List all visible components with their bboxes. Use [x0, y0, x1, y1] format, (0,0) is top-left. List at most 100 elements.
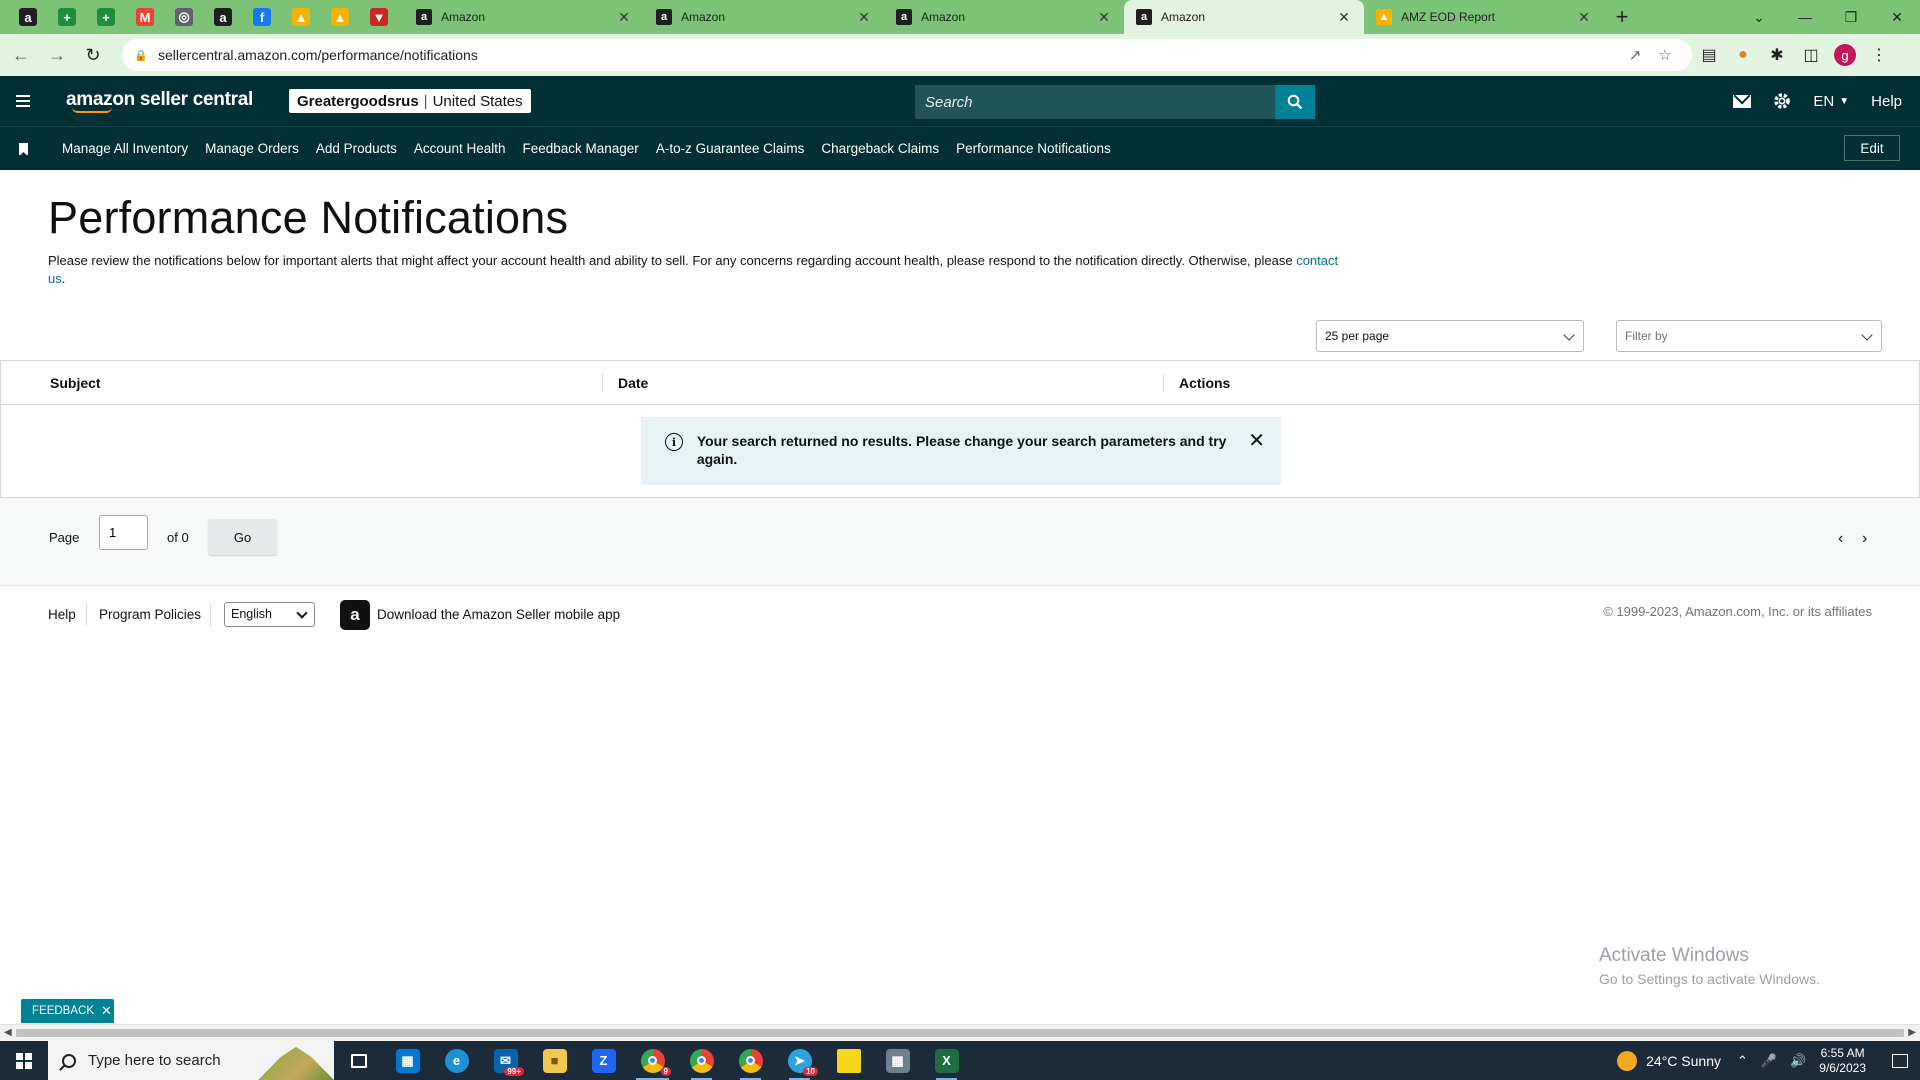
- url-field[interactable]: 🔒 sellercentral.amazon.com/performance/n…: [122, 39, 1692, 71]
- pinned-tab[interactable]: M: [131, 0, 159, 34]
- close-tab-icon[interactable]: ✕: [1576, 9, 1592, 26]
- footer-help-link[interactable]: Help: [48, 607, 76, 622]
- pinned-tab[interactable]: ▲: [287, 0, 315, 34]
- browser-tab[interactable]: ▲ AMZ EOD Report ✕: [1364, 0, 1604, 34]
- close-tab-icon[interactable]: ✕: [1096, 9, 1112, 26]
- go-button[interactable]: Go: [208, 519, 277, 555]
- search-button[interactable]: [1275, 85, 1315, 119]
- green-plus-icon: +: [97, 8, 115, 26]
- weather-widget[interactable]: 24°C Sunny: [1617, 1050, 1721, 1071]
- notification-center-icon[interactable]: [1880, 1041, 1920, 1080]
- chrome-profile-icon[interactable]: [726, 1041, 775, 1080]
- file-explorer-icon[interactable]: ■: [530, 1041, 579, 1080]
- next-page-icon[interactable]: ›: [1862, 530, 1867, 548]
- extension-off-icon[interactable]: ▤: [1692, 45, 1726, 65]
- taskbar-search[interactable]: Type here to search: [48, 1041, 334, 1080]
- pinned-tab[interactable]: ◎: [170, 0, 198, 34]
- footer-language-select[interactable]: English: [224, 602, 315, 627]
- back-button[interactable]: ←: [6, 40, 36, 70]
- nav-link-manage-all-inventory[interactable]: Manage All Inventory: [62, 141, 188, 156]
- horizontal-scrollbar[interactable]: ◀ ▶: [0, 1024, 1920, 1041]
- microphone-icon[interactable]: 🎤: [1761, 1053, 1777, 1069]
- page-number-input[interactable]: [99, 515, 148, 550]
- nav-link-performance-notifications[interactable]: Performance Notifications: [956, 141, 1111, 156]
- scroll-left-icon[interactable]: ◀: [4, 1027, 12, 1038]
- chrome-icon[interactable]: 9: [628, 1041, 677, 1080]
- chrome-profile-icon[interactable]: [677, 1041, 726, 1080]
- nav-link-chargeback-claims[interactable]: Chargeback Claims: [821, 141, 939, 156]
- taskbar-clock[interactable]: 6:55 AM 9/6/2023: [1819, 1046, 1866, 1076]
- side-panel-icon[interactable]: ◫: [1794, 45, 1828, 65]
- chrome-menu-icon[interactable]: ⋮: [1862, 45, 1896, 65]
- browser-tab[interactable]: a Amazon ✕: [644, 0, 884, 34]
- seller-app-icon[interactable]: a: [340, 600, 370, 630]
- start-button[interactable]: [0, 1041, 48, 1080]
- excel-icon[interactable]: X: [922, 1041, 971, 1080]
- mail-icon[interactable]: ✉ 99+: [481, 1041, 530, 1080]
- search-input[interactable]: [915, 85, 1275, 119]
- task-view-icon[interactable]: [334, 1041, 383, 1080]
- per-page-select[interactable]: 25 per page: [1316, 320, 1584, 352]
- nav-link-add-products[interactable]: Add Products: [316, 141, 397, 156]
- edge-icon[interactable]: e: [432, 1041, 481, 1080]
- browser-tab[interactable]: a Amazon ✕: [1124, 0, 1364, 34]
- telegram-icon[interactable]: ➤ 10: [775, 1041, 824, 1080]
- nav-link-manage-orders[interactable]: Manage Orders: [205, 141, 299, 156]
- nav-link-account-health[interactable]: Account Health: [414, 141, 506, 156]
- hamburger-menu-icon[interactable]: [0, 76, 46, 126]
- clock-date: 9/6/2023: [1819, 1060, 1866, 1075]
- volume-icon[interactable]: 🔊: [1790, 1053, 1806, 1069]
- filter-by-select[interactable]: Filter by: [1616, 320, 1882, 352]
- close-tab-icon[interactable]: ✕: [856, 9, 872, 26]
- minimize-button[interactable]: —: [1782, 0, 1828, 34]
- store-icon[interactable]: ▦: [383, 1041, 432, 1080]
- close-tab-icon[interactable]: ✕: [1336, 9, 1352, 26]
- bookmark-star-icon[interactable]: ☆: [1650, 46, 1680, 64]
- download-app-link[interactable]: Download the Amazon Seller mobile app: [377, 607, 620, 622]
- close-tab-icon[interactable]: ✕: [616, 9, 632, 26]
- pinned-tab[interactable]: +: [53, 0, 81, 34]
- calculator-icon[interactable]: ▦: [873, 1041, 922, 1080]
- chevron-up-icon[interactable]: ⌃: [1737, 1053, 1748, 1069]
- column-date[interactable]: Date: [618, 375, 648, 391]
- pinned-tab[interactable]: ▲: [326, 0, 354, 34]
- program-policies-link[interactable]: Program Policies: [99, 607, 201, 622]
- maximize-button[interactable]: ❐: [1828, 0, 1874, 34]
- seller-central-logo[interactable]: amazon seller central: [66, 90, 253, 113]
- forward-button[interactable]: →: [42, 40, 72, 70]
- extensions-puzzle-icon[interactable]: ✱: [1760, 45, 1794, 65]
- close-icon[interactable]: ✕: [101, 1003, 112, 1019]
- previous-page-icon[interactable]: ‹: [1838, 530, 1843, 548]
- settings-button[interactable]: [1773, 92, 1791, 110]
- extension-color-icon[interactable]: ●: [1726, 46, 1760, 64]
- nav-link-feedback-manager[interactable]: Feedback Manager: [522, 141, 638, 156]
- nav-link-a-to-z-guarantee-claims[interactable]: A-to-z Guarantee Claims: [656, 141, 805, 156]
- pinned-tab[interactable]: a: [14, 0, 42, 34]
- feedback-button[interactable]: FEEDBACK ✕: [21, 999, 114, 1023]
- pinned-tab[interactable]: +: [92, 0, 120, 34]
- close-icon[interactable]: ✕: [1248, 431, 1265, 451]
- zoom-icon[interactable]: Z: [579, 1041, 628, 1080]
- sticky-notes-icon[interactable]: [824, 1041, 873, 1080]
- column-divider: [602, 374, 603, 392]
- share-icon[interactable]: ↗: [1620, 46, 1650, 64]
- bookmark-icon[interactable]: [19, 142, 28, 155]
- reload-button[interactable]: ↻: [78, 40, 108, 70]
- browser-tab[interactable]: a Amazon ✕: [404, 0, 644, 34]
- scrollbar-thumb[interactable]: [16, 1029, 1904, 1037]
- help-link[interactable]: Help: [1871, 93, 1902, 110]
- tab-search-icon[interactable]: ⌄: [1736, 0, 1782, 34]
- scroll-right-icon[interactable]: ▶: [1908, 1027, 1916, 1038]
- messages-button[interactable]: [1733, 94, 1752, 108]
- browser-tab[interactable]: a Amazon ✕: [884, 0, 1124, 34]
- pinned-tab[interactable]: ▼: [365, 0, 393, 34]
- language-dropdown[interactable]: EN ▼: [1813, 93, 1849, 110]
- close-window-button[interactable]: ✕: [1874, 0, 1920, 34]
- new-tab-button[interactable]: +: [1604, 0, 1640, 34]
- pinned-tab[interactable]: f: [248, 0, 276, 34]
- edit-nav-button[interactable]: Edit: [1844, 135, 1900, 161]
- profile-avatar[interactable]: g: [1828, 44, 1862, 66]
- pinned-tab[interactable]: a: [209, 0, 237, 34]
- column-subject[interactable]: Subject: [50, 375, 101, 391]
- store-switcher[interactable]: Greatergoodsrus | United States: [288, 89, 531, 113]
